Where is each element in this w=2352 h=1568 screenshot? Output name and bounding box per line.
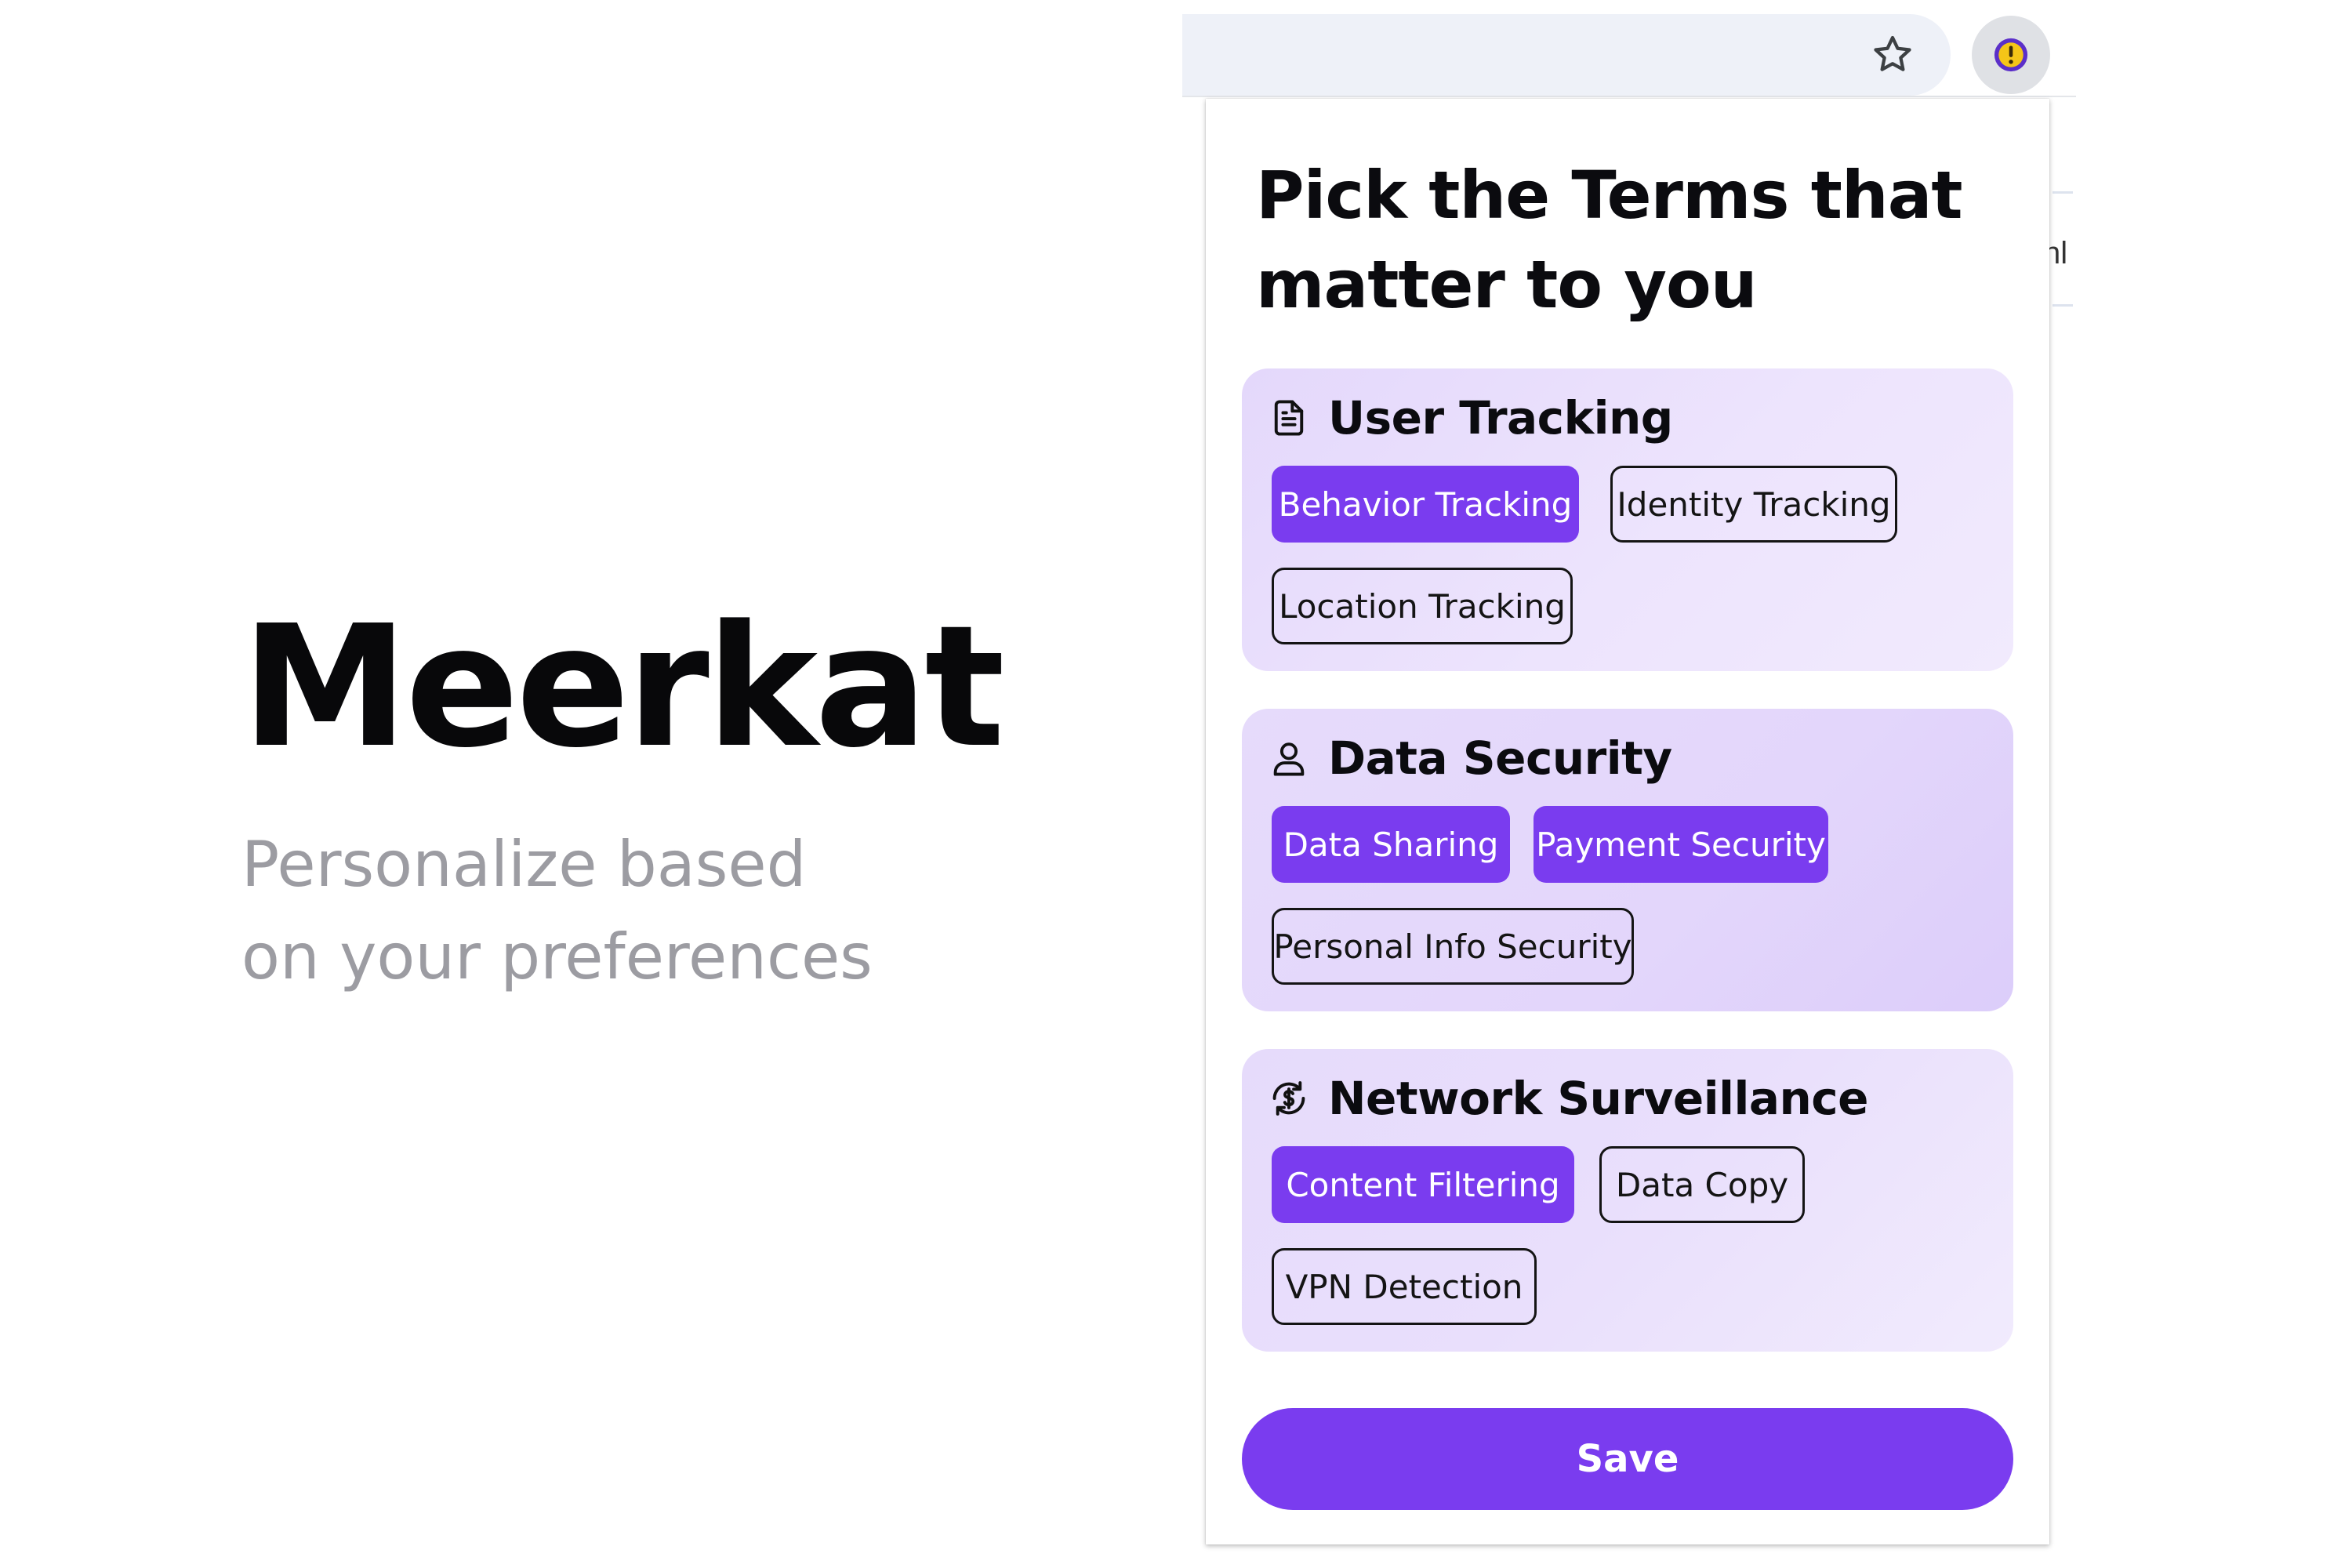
section-title: User Tracking	[1328, 391, 1673, 445]
term-data-copy[interactable]: Data Copy	[1599, 1146, 1805, 1223]
document-icon	[1274, 400, 1304, 436]
term-location-tracking[interactable]: Location Tracking	[1272, 568, 1573, 644]
term-content-filtering[interactable]: Content Filtering	[1272, 1146, 1574, 1223]
app-name-heading: Meerkat	[241, 590, 1005, 785]
underlying-page-rule	[2053, 304, 2073, 307]
underlying-page-rule	[2053, 191, 2073, 194]
app-tagline: Personalize based on your preferences	[241, 828, 873, 993]
popup-title: Pick the Terms that matter to you	[1256, 157, 1963, 323]
section-title: Data Security	[1328, 731, 1672, 785]
dollar-sync-icon	[1272, 1081, 1305, 1116]
term-vpn-detection[interactable]: VPN Detection	[1272, 1248, 1537, 1325]
term-payment-security[interactable]: Payment Security	[1534, 806, 1828, 883]
term-behavior-tracking[interactable]: Behavior Tracking	[1272, 466, 1579, 543]
section-header: User Tracking	[1269, 389, 1673, 447]
section-header: Data Security	[1269, 729, 1672, 787]
section-header: Network Surveillance	[1269, 1069, 1869, 1127]
term-data-sharing[interactable]: Data Sharing	[1272, 806, 1510, 883]
term-personal-info-security[interactable]: Personal Info Security	[1272, 908, 1634, 985]
term-identity-tracking[interactable]: Identity Tracking	[1610, 466, 1897, 543]
user-icon	[1273, 742, 1305, 776]
section-user-tracking: User Tracking Behavior Tracking Identity…	[1242, 368, 2013, 671]
meerkat-alert-icon[interactable]	[1993, 37, 2029, 73]
save-button[interactable]: Save	[1242, 1408, 2013, 1510]
section-network-surveillance: Network Surveillance Content Filtering D…	[1242, 1049, 2013, 1352]
toolbar-divider	[1182, 96, 2076, 97]
section-title: Network Surveillance	[1328, 1072, 1869, 1125]
star-outline-icon[interactable]	[1869, 31, 1916, 78]
extension-popup: Pick the Terms that matter to you User T…	[1206, 99, 2049, 1544]
address-bar[interactable]	[1182, 14, 1951, 96]
section-data-security: Data Security Data Sharing Payment Secur…	[1242, 709, 2013, 1011]
